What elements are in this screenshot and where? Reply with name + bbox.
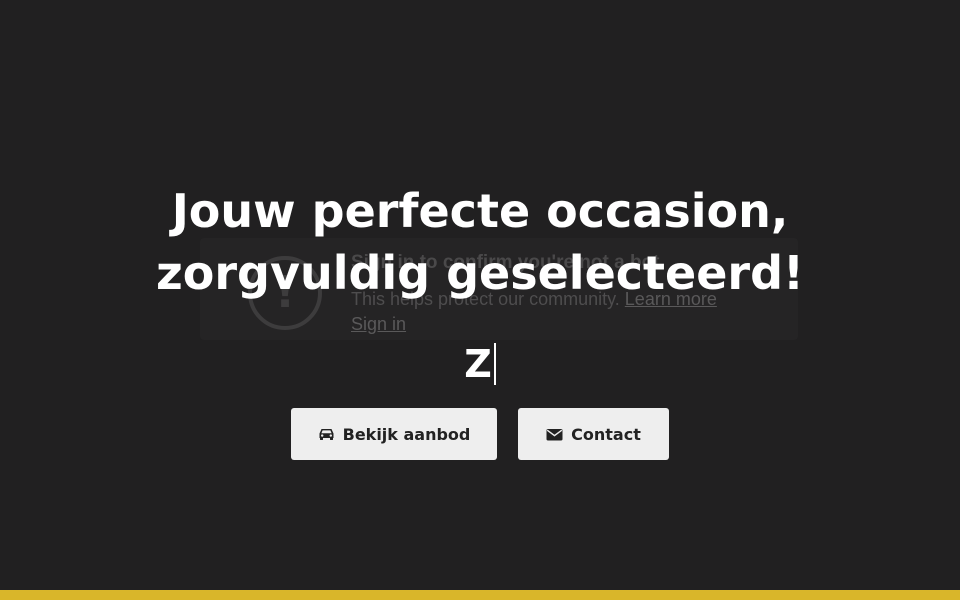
- envelope-icon: [546, 428, 563, 440]
- car-icon: [319, 429, 334, 440]
- hero-title-line-1: Jouw perfecte occasion,: [171, 184, 789, 238]
- sign-in-link[interactable]: Sign in: [351, 314, 406, 335]
- view-offer-button[interactable]: Bekijk aanbod: [291, 408, 497, 460]
- contact-button[interactable]: Contact: [518, 408, 669, 460]
- hero-title-line-2: zorgvuldig geselecteerd!: [155, 246, 805, 300]
- view-offer-label: Bekijk aanbod: [342, 424, 471, 444]
- page: ! Sign in to confirm you're not a bot Th…: [0, 0, 960, 600]
- accent-bar: [0, 590, 960, 600]
- contact-label: Contact: [571, 424, 641, 444]
- text-caret: [493, 343, 496, 385]
- typewriter-text: Z: [0, 338, 960, 390]
- typed-text: Z: [464, 342, 492, 386]
- hero-title: Jouw perfecte occasion, zorgvuldig gesele…: [0, 180, 960, 304]
